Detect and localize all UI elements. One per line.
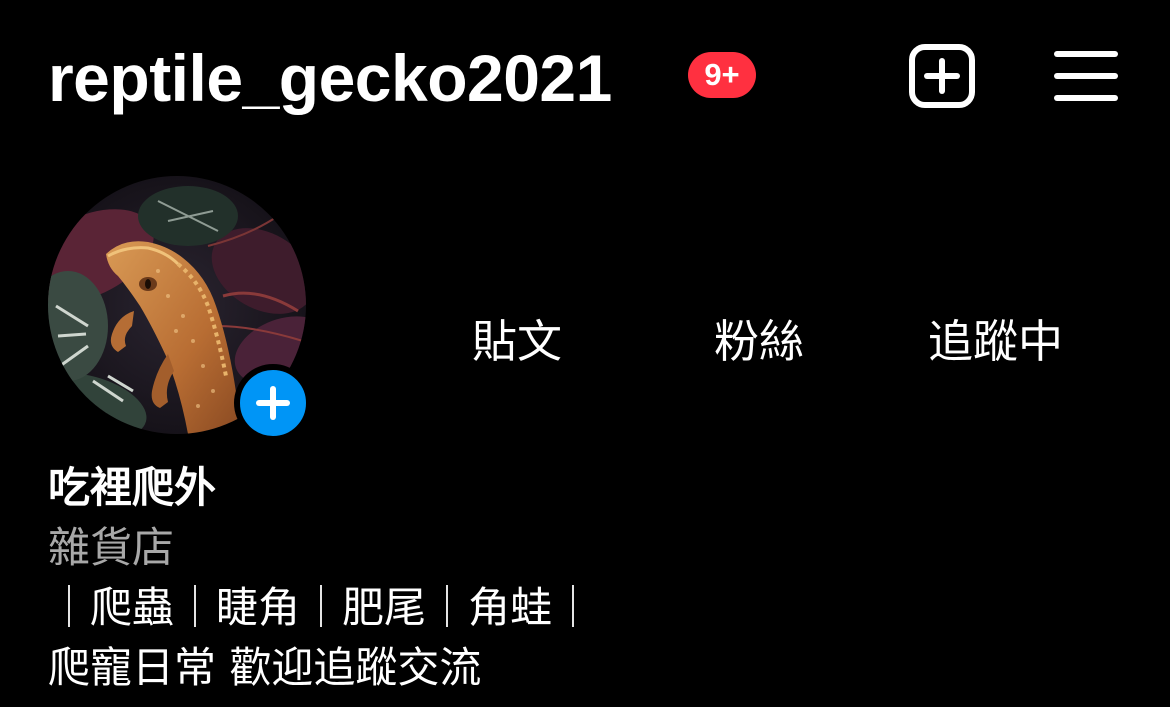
display-name: 吃裡爬外 <box>48 463 217 512</box>
following-stat[interactable]: 追蹤中 <box>928 314 1063 370</box>
hamburger-menu-icon <box>1054 51 1118 101</box>
menu-button[interactable] <box>1054 50 1118 102</box>
plus-square-icon <box>909 44 975 108</box>
profile-bio: 吃裡爬外 雜貨店 ｜爬蟲｜睫角｜肥尾｜角蛙｜ 爬寵日常 歡迎追蹤交流 <box>48 458 1128 698</box>
posts-stat[interactable]: 貼文 <box>472 314 562 370</box>
new-post-button[interactable] <box>908 43 976 109</box>
username[interactable]: reptile_gecko2021 <box>48 38 612 118</box>
followers-stat[interactable]: 粉絲 <box>714 314 804 370</box>
profile-category: 雜貨店 <box>48 523 175 572</box>
notification-badge[interactable]: 9+ <box>688 52 756 98</box>
bio-line: ｜爬蟲｜睫角｜肥尾｜角蛙｜ <box>48 583 595 632</box>
avatar-container <box>48 176 312 442</box>
add-story-button[interactable] <box>234 364 312 442</box>
profile-header: reptile_gecko2021 9+ <box>0 0 1170 150</box>
plus-icon <box>256 386 290 420</box>
bio-line: 爬寵日常 歡迎追蹤交流 <box>48 643 482 692</box>
